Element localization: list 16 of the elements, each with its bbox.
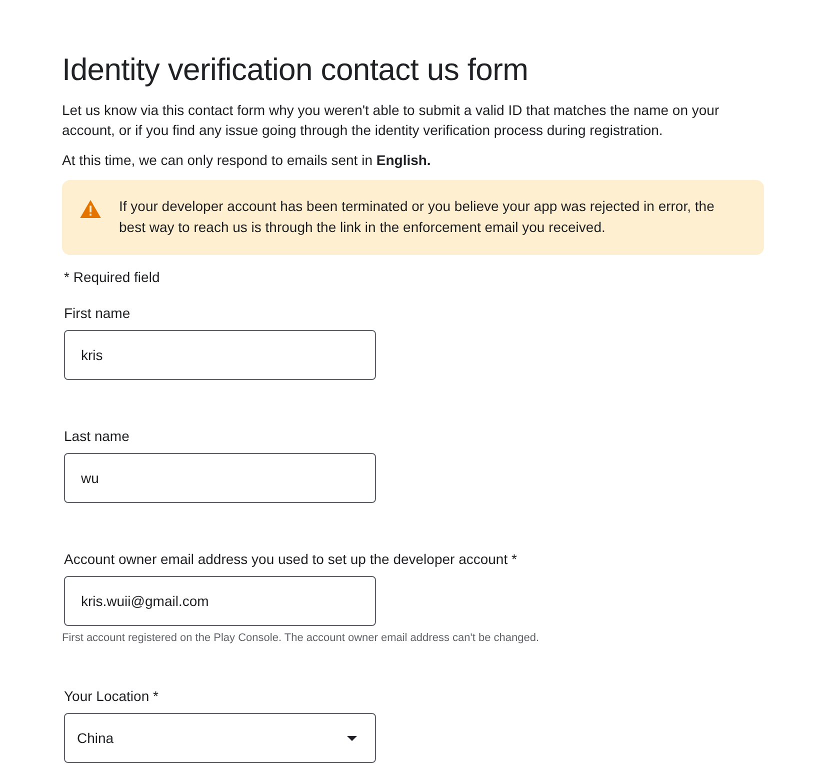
caret-icon bbox=[347, 736, 357, 740]
warning-text: If your developer account has been terminated or you believe your app was rejected in error, the best way to reach us is through the link in the enforcement email you received. bbox=[119, 197, 716, 237]
input-field[interactable]: wu bbox=[64, 453, 376, 503]
field-label: First name bbox=[64, 305, 132, 321]
field-hint: First account registered on the Play Console. The account owner email address can't be changed. bbox=[62, 632, 540, 644]
location-dropdown[interactable]: China bbox=[64, 713, 376, 763]
intro-text: Let us know via this contact form why you weren't able to submit a valid ID that matches the name on your account, or if you find any issue going through the identity verification process during registration. bbox=[62, 101, 720, 140]
warning-icon bbox=[80, 200, 101, 218]
input-field[interactable]: kris.wuii@gmail.com bbox=[64, 576, 376, 626]
field-label: Last name bbox=[64, 428, 130, 444]
field-label: Account owner email address you used to set up the developer account * bbox=[64, 551, 518, 567]
input-field[interactable]: kris bbox=[64, 330, 376, 380]
language-note: At this time, we can only respond to emails sent in English. bbox=[62, 151, 432, 170]
required-note: * Required field bbox=[64, 269, 161, 285]
field-label: Your Location * bbox=[64, 688, 160, 704]
page-title: Identity verification contact us form bbox=[62, 52, 530, 88]
